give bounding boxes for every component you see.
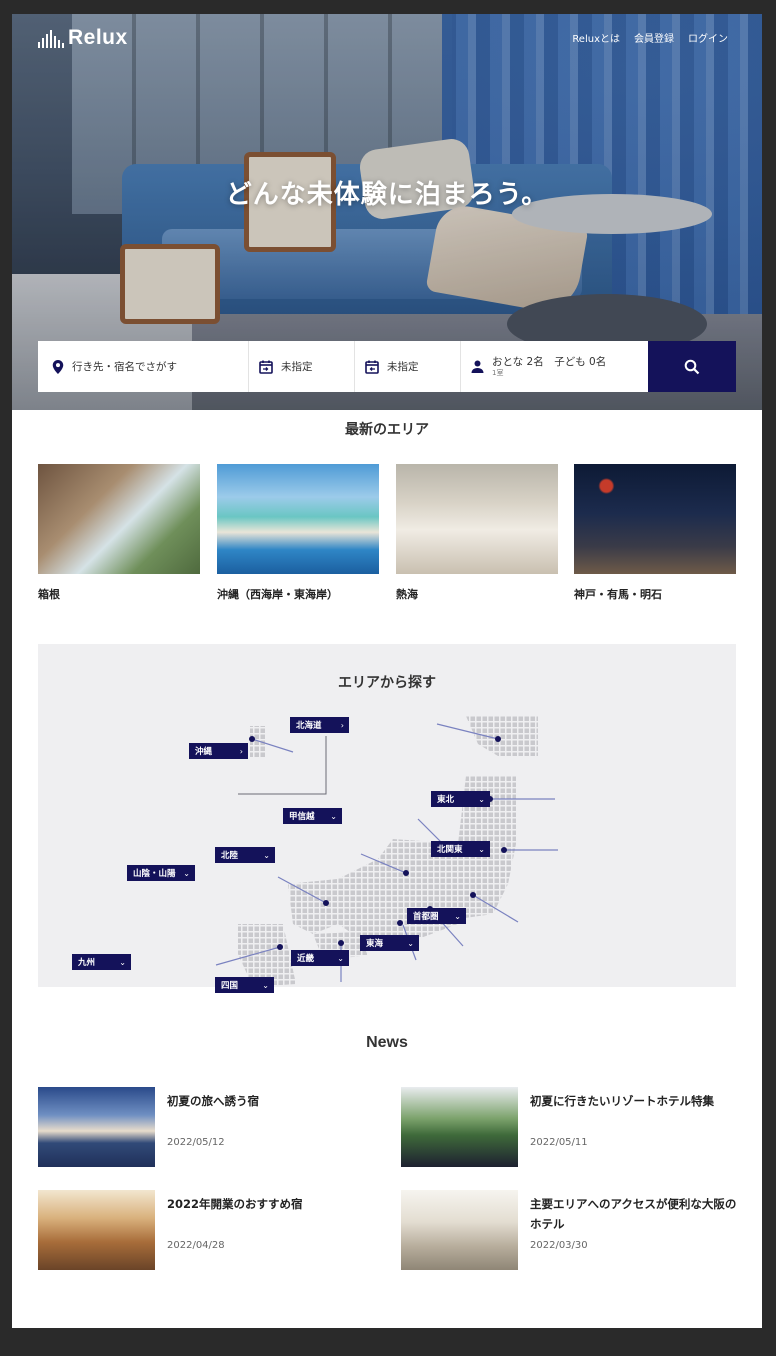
region-label: 首都圏 xyxy=(413,912,439,922)
destination-placeholder: 行き先・宿名でさがす xyxy=(72,361,177,373)
news-thumbnail xyxy=(401,1190,518,1270)
hero-headline: どんな未体験に泊まろう。 xyxy=(225,180,549,210)
area-card-hakone[interactable]: 箱根 xyxy=(38,464,200,602)
region-tag-okinawa[interactable]: 沖縄 › xyxy=(189,743,248,759)
news-thumbnail xyxy=(38,1087,155,1167)
chevron-down-icon: ⌄ xyxy=(263,850,270,860)
location-pin-icon xyxy=(52,359,64,374)
guests-lines: おとな 2名 子ども 0名 1室 xyxy=(492,356,606,378)
checkin-value: 未指定 xyxy=(281,361,313,373)
area-image xyxy=(574,464,736,574)
region-label: 四国 xyxy=(221,981,239,991)
latest-areas-title: 最新のエリア xyxy=(345,422,429,438)
region-label: 東海 xyxy=(366,939,384,949)
chevron-down-icon: ⌄ xyxy=(330,811,337,821)
news-item[interactable]: 初夏の旅へ誘う宿 2022/05/12 xyxy=(38,1087,378,1167)
region-tag-tokai[interactable]: 東海 ⌄ xyxy=(360,935,419,951)
region-label: 東北 xyxy=(437,795,455,805)
area-image xyxy=(38,464,200,574)
search-icon xyxy=(684,359,700,374)
news-date: 2022/05/11 xyxy=(530,1137,588,1148)
region-tag-kitakanto[interactable]: 北関東 ⌄ xyxy=(431,841,490,857)
relux-logo[interactable]: Relux xyxy=(38,26,128,50)
chevron-right-icon: › xyxy=(239,746,243,756)
news-date: 2022/05/12 xyxy=(167,1137,225,1148)
news-item[interactable]: 主要エリアへのアクセスが便利な大阪のホテル 2022/03/30 xyxy=(401,1190,741,1270)
region-label: 山陰・山陽 xyxy=(133,869,176,879)
news-title: News xyxy=(366,1034,408,1051)
news-thumbnail xyxy=(38,1190,155,1270)
area-image xyxy=(396,464,558,574)
area-card-atami[interactable]: 熱海 xyxy=(396,464,558,602)
region-tag-koshinetsu[interactable]: 甲信越 ⌄ xyxy=(283,808,342,824)
guests-field[interactable]: おとな 2名 子ども 0名 1室 xyxy=(461,341,648,392)
search-bar: 行き先・宿名でさがす 未指定 未指定 おとな 2名 子ども 0名 1室 xyxy=(38,341,736,392)
destination-field[interactable]: 行き先・宿名でさがす xyxy=(38,341,249,392)
region-tag-shutoken[interactable]: 首都圏 ⌄ xyxy=(407,908,466,924)
logo-text: Relux xyxy=(68,26,128,49)
region-tag-tohoku[interactable]: 東北 ⌄ xyxy=(431,791,490,807)
area-image xyxy=(217,464,379,574)
region-tag-shikoku[interactable]: 四国 ⌄ xyxy=(215,977,274,993)
region-tag-hokkaido[interactable]: 北海道 › xyxy=(290,717,349,733)
news-date: 2022/04/28 xyxy=(167,1240,225,1251)
chevron-down-icon: ⌄ xyxy=(262,980,269,990)
area-label: 熱海 xyxy=(396,588,418,601)
top-nav: Reluxとは 会員登録 ログイン xyxy=(572,30,728,45)
news-date: 2022/03/30 xyxy=(530,1240,588,1251)
nav-about-link[interactable]: Reluxとは xyxy=(572,30,620,45)
chevron-down-icon: ⌄ xyxy=(337,953,344,963)
news-headline: 初夏の旅へ誘う宿 xyxy=(167,1094,259,1108)
chevron-down-icon: ⌄ xyxy=(454,911,461,921)
area-card-okinawa[interactable]: 沖縄（西海岸・東海岸） xyxy=(217,464,379,602)
chevron-down-icon: ⌄ xyxy=(119,957,126,967)
news-headline: 初夏に行きたいリゾートホテル特集 xyxy=(530,1094,714,1108)
news-item[interactable]: 2022年開業のおすすめ宿 2022/04/28 xyxy=(38,1190,378,1270)
region-label: 近畿 xyxy=(297,954,315,964)
hero-section: Relux Reluxとは 会員登録 ログイン どんな未体験に泊まろう。 行き先… xyxy=(12,14,762,410)
region-tag-kyushu[interactable]: 九州 ⌄ xyxy=(72,954,131,970)
chevron-down-icon: ⌄ xyxy=(407,938,414,948)
region-tag-hokuriku[interactable]: 北陸 ⌄ xyxy=(215,847,275,863)
region-label: 沖縄 xyxy=(195,747,213,757)
chevron-down-icon: ⌄ xyxy=(478,794,485,804)
chevron-down-icon: ⌄ xyxy=(478,844,485,854)
news-thumbnail xyxy=(401,1087,518,1167)
area-card-kobe[interactable]: 神戸・有馬・明石 xyxy=(574,464,736,602)
checkout-value: 未指定 xyxy=(387,361,419,373)
rooms-value: 1室 xyxy=(492,368,504,377)
region-label: 九州 xyxy=(78,958,96,968)
area-label: 箱根 xyxy=(38,588,60,601)
region-label: 北関東 xyxy=(437,845,463,855)
news-headline: 主要エリアへのアクセスが便利な大阪のホテル xyxy=(530,1197,737,1232)
region-tag-sanin-sanyo[interactable]: 山陰・山陽 ⌄ xyxy=(127,865,195,881)
area-label: 沖縄（西海岸・東海岸） xyxy=(217,588,338,601)
search-button[interactable] xyxy=(648,341,736,392)
region-label: 北海道 xyxy=(296,721,322,731)
checkout-field[interactable]: 未指定 xyxy=(355,341,461,392)
chevron-down-icon: ⌄ xyxy=(183,868,190,878)
news-item[interactable]: 初夏に行きたいリゾートホテル特集 2022/05/11 xyxy=(401,1087,741,1167)
area-map-section: エリアから探す 北海道 › 沖縄 › 甲信越 ⌄ 東北 ⌄ 北陸 ⌄ 北関東 ⌄… xyxy=(38,644,736,993)
page-frame: Relux Reluxとは 会員登録 ログイン どんな未体験に泊まろう。 行き先… xyxy=(12,14,762,1328)
region-label: 北陸 xyxy=(221,851,239,861)
person-icon xyxy=(471,360,484,373)
nav-register-link[interactable]: 会員登録 xyxy=(634,30,674,45)
logo-bars-icon xyxy=(38,28,64,48)
guests-value: おとな 2名 子ども 0名 xyxy=(492,355,607,368)
news-headline: 2022年開業のおすすめ宿 xyxy=(167,1197,303,1211)
chevron-right-icon: › xyxy=(340,720,344,730)
region-tag-kinki[interactable]: 近畿 ⌄ xyxy=(291,950,349,966)
nav-login-link[interactable]: ログイン xyxy=(688,30,728,45)
area-label: 神戸・有馬・明石 xyxy=(574,588,662,601)
region-label: 甲信越 xyxy=(289,812,315,822)
checkout-calendar-icon xyxy=(365,360,379,374)
checkin-field[interactable]: 未指定 xyxy=(249,341,355,392)
checkin-calendar-icon xyxy=(259,360,273,374)
